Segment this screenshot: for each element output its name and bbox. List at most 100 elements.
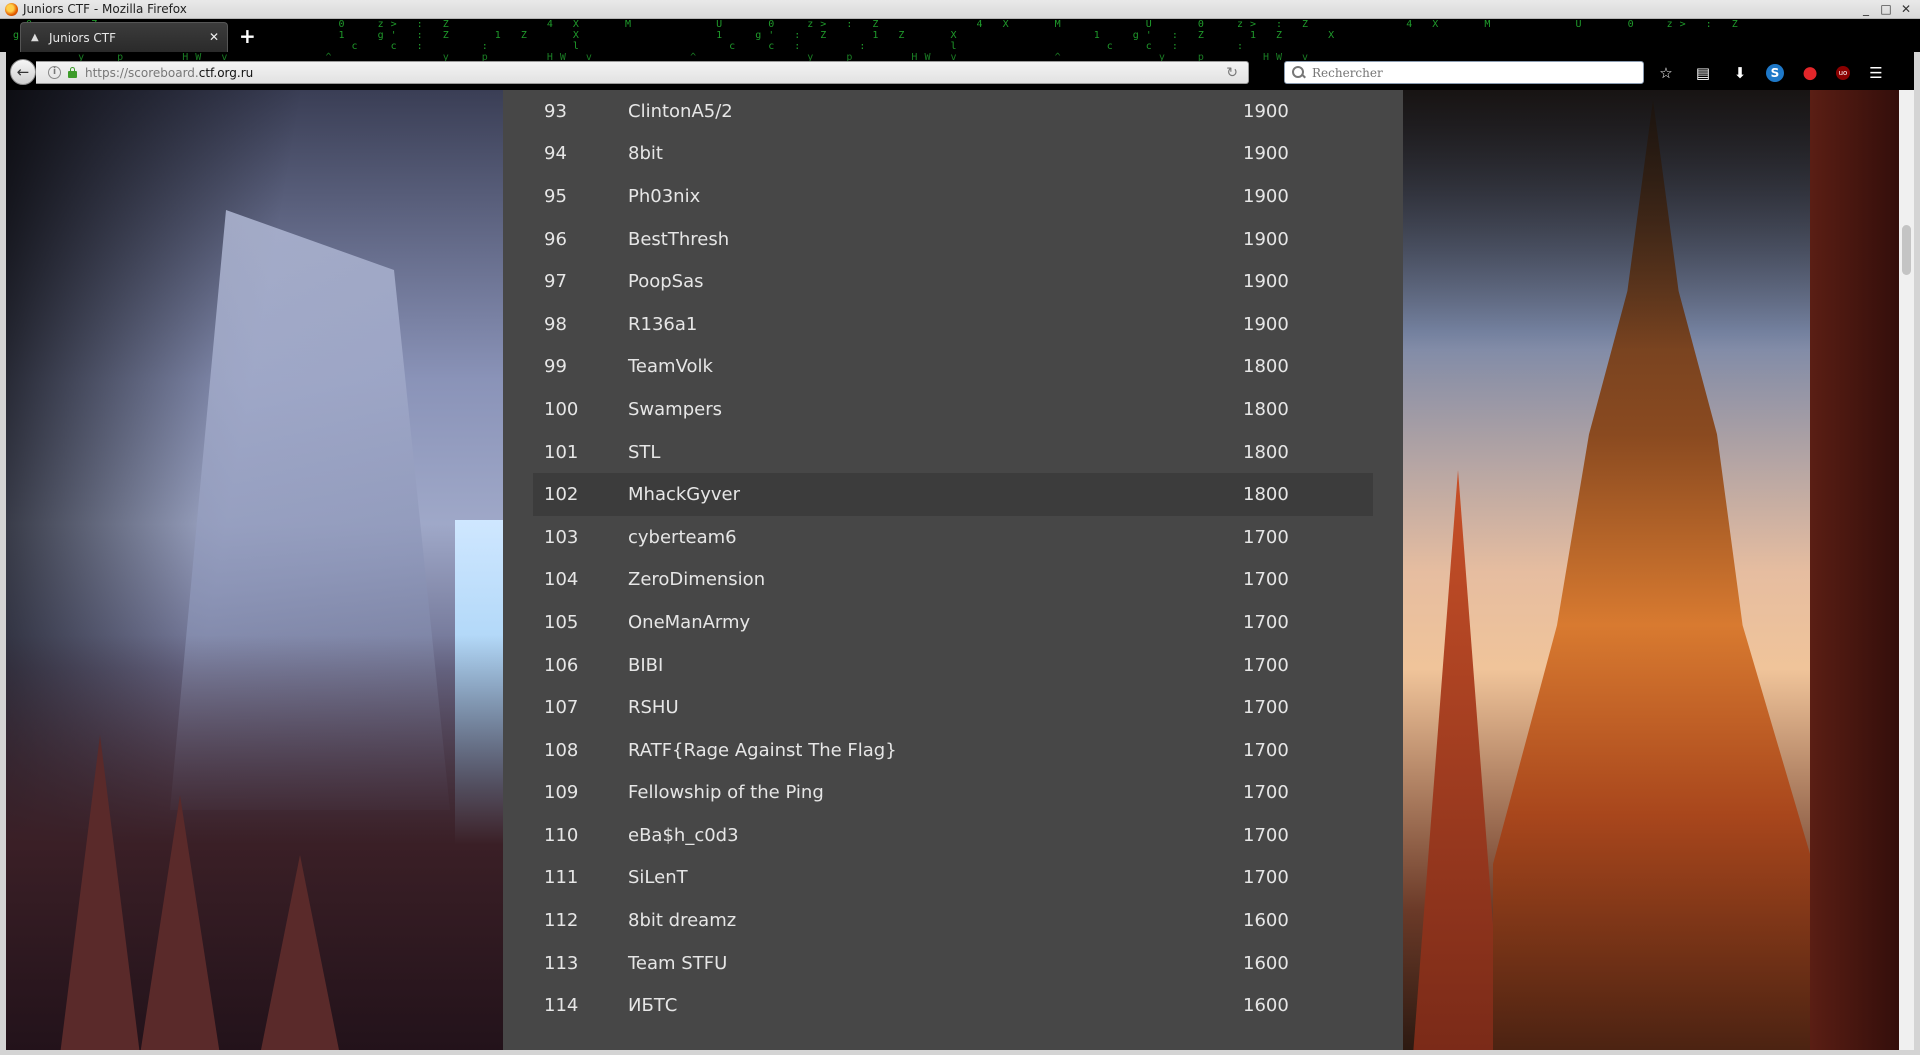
score-cell: 1700 [1243, 739, 1289, 761]
ublock-icon[interactable]: uo [1836, 66, 1850, 80]
score-cell: 1700 [1243, 867, 1289, 889]
reading-list-icon[interactable]: ▤ [1692, 62, 1714, 84]
table-row: 97 PoopSas 1900 [533, 260, 1373, 303]
tab-juniors-ctf[interactable]: ▲ Juniors CTF ✕ [20, 22, 228, 52]
tree-art [140, 795, 220, 1055]
team-name-cell: eBa$h_c0d3 [628, 824, 739, 846]
reload-icon[interactable]: ↻ [1226, 65, 1238, 81]
star-icon[interactable]: ☆ [1655, 62, 1677, 84]
minimize-button[interactable]: _ [1858, 1, 1874, 17]
score-cell: 1800 [1243, 484, 1289, 506]
team-name-cell: ИБТС [628, 995, 678, 1017]
new-tab-button[interactable]: + [239, 26, 256, 46]
toolbar-icons: ☆ ▤ ⬇ S ● uo ☰ [1655, 61, 1887, 85]
navigation-bar: y p HW v ^ y p HW v ^ y p HW v ^ y p HW … [0, 52, 1920, 90]
team-name-cell: MhackGyver [628, 484, 741, 506]
score-cell: 1900 [1243, 228, 1289, 250]
table-row: 100 Swampers 1800 [533, 388, 1373, 431]
table-row: 111 SiLenT 1700 [533, 857, 1373, 900]
scoreboard-panel: 93 ClintonA5/2 1900 94 8bit 1900 95 Ph03nix 1900… [503, 90, 1403, 1055]
table-row: 108 RATF{Rage Against The Flag} 1700 [533, 729, 1373, 772]
team-name-cell: ZeroDimension [628, 569, 766, 591]
score-cell: 1700 [1243, 782, 1289, 804]
rank-cell: 100 [544, 398, 579, 420]
rank-cell: 102 [544, 484, 579, 506]
team-name-cell: Team STFU [628, 952, 728, 974]
background-art-right [1403, 90, 1920, 1055]
table-row: 106 BIBI 1700 [533, 644, 1373, 687]
page-scrollbar[interactable] [1899, 90, 1914, 1050]
scrollbar-thumb[interactable] [1902, 225, 1911, 275]
rank-cell: 114 [544, 995, 579, 1017]
matrix-background: 0 : Z 0 z> : Z 4 X M U 0 z> : Z 4 X M U … [13, 19, 1745, 52]
rank-cell: 95 [544, 185, 567, 207]
rank-cell: 98 [544, 313, 567, 335]
score-cell: 1600 [1243, 910, 1289, 932]
score-cell: 1900 [1243, 185, 1289, 207]
team-name-cell: RATF{Rage Against The Flag} [628, 739, 897, 761]
scoreboard-table: 93 ClintonA5/2 1900 94 8bit 1900 95 Ph03nix 1900… [533, 90, 1373, 1027]
table-row: 105 OneManArmy 1700 [533, 601, 1373, 644]
rank-cell: 94 [544, 143, 567, 165]
tree-art [60, 735, 140, 1055]
rank-cell: 103 [544, 526, 579, 548]
score-cell: 1700 [1243, 824, 1289, 846]
score-cell: 1800 [1243, 441, 1289, 463]
score-cell: 1600 [1243, 995, 1289, 1017]
rank-cell: 110 [544, 824, 579, 846]
maximize-button[interactable]: □ [1878, 1, 1894, 17]
skype-icon[interactable]: S [1766, 64, 1784, 82]
table-row: 103 cyberteam6 1700 [533, 516, 1373, 559]
table-row: 114 ИБТС 1600 [533, 984, 1373, 1027]
url-text[interactable]: https://scoreboard.ctf.org.ru [85, 66, 253, 80]
close-window-button[interactable]: ✕ [1898, 1, 1914, 17]
table-row: 101 STL 1800 [533, 431, 1373, 474]
score-cell: 1900 [1243, 271, 1289, 293]
site-info-icon[interactable]: i [48, 66, 61, 79]
team-name-cell: OneManArmy [628, 611, 751, 633]
background-art-left [0, 90, 503, 1055]
rank-cell: 96 [544, 228, 567, 250]
rank-cell: 109 [544, 782, 579, 804]
tab-close-icon[interactable]: ✕ [209, 30, 219, 44]
addon-icon[interactable]: ● [1799, 62, 1821, 84]
team-name-cell: Fellowship of the Ping [628, 782, 824, 804]
team-name-cell: SiLenT [628, 867, 688, 889]
rank-cell: 112 [544, 910, 579, 932]
rank-cell: 101 [544, 441, 579, 463]
download-icon[interactable]: ⬇ [1729, 62, 1751, 84]
search-bar[interactable] [1284, 61, 1644, 84]
score-cell: 1800 [1243, 398, 1289, 420]
team-name-cell: RSHU [628, 697, 679, 719]
table-row: 112 8bit dreamz 1600 [533, 899, 1373, 942]
tab-favicon-icon: ▲ [31, 31, 39, 43]
score-cell: 1600 [1243, 952, 1289, 974]
search-input[interactable] [1312, 65, 1632, 80]
table-row: 113 Team STFU 1600 [533, 942, 1373, 985]
window-border [0, 52, 6, 1055]
team-name-cell: 8bit [628, 143, 663, 165]
rank-cell: 111 [544, 867, 579, 889]
rank-cell: 105 [544, 611, 579, 633]
tab-strip: 0 : Z 0 z> : Z 4 X M U 0 z> : Z 4 X M U … [0, 19, 1920, 52]
url-bar[interactable]: i https://scoreboard.ctf.org.ru ↻ [36, 61, 1249, 84]
rank-cell: 99 [544, 356, 567, 378]
table-row: 107 RSHU 1700 [533, 686, 1373, 729]
team-name-cell: BestThresh [628, 228, 730, 250]
team-name-cell: cyberteam6 [628, 526, 737, 548]
score-cell: 1900 [1243, 143, 1289, 165]
team-name-cell: R136a1 [628, 313, 698, 335]
menu-icon[interactable]: ☰ [1865, 62, 1887, 84]
table-row: 93 ClintonA5/2 1900 [533, 90, 1373, 133]
team-name-cell: PoopSas [628, 271, 704, 293]
page-viewport: 93 ClintonA5/2 1900 94 8bit 1900 95 Ph03nix 1900… [0, 90, 1920, 1055]
team-name-cell: STL [628, 441, 661, 463]
window-border [0, 1050, 1920, 1055]
score-cell: 1900 [1243, 313, 1289, 335]
tree-art [260, 855, 340, 1055]
table-row: 94 8bit 1900 [533, 133, 1373, 176]
back-button[interactable]: ← [10, 59, 36, 85]
tab-label: Juniors CTF [49, 30, 117, 45]
rank-cell: 97 [544, 271, 567, 293]
lock-icon [68, 67, 77, 78]
